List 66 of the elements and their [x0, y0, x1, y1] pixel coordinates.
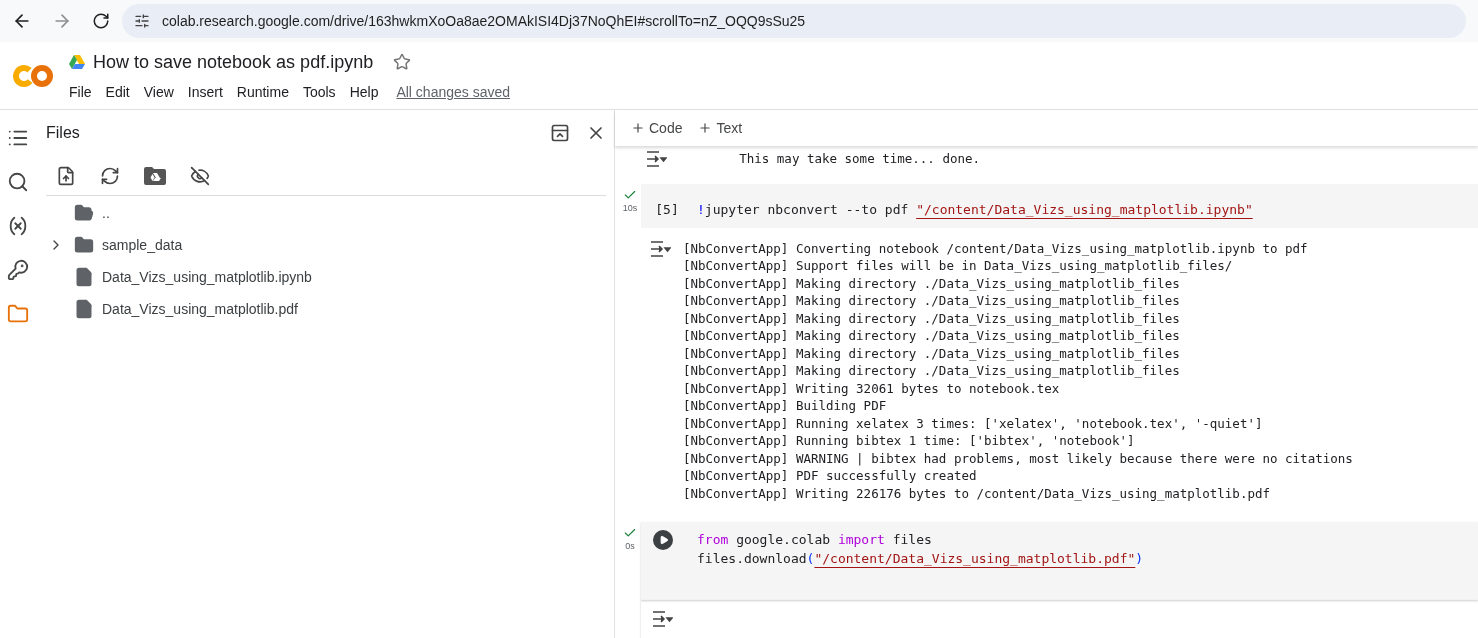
menu-item[interactable]: Tools — [302, 81, 336, 103]
output-line: [NbConvertApp] Running bibtex 1 time: ['bibtex', 'notebook'] — [683, 432, 1136, 450]
output-line: [NbConvertApp] Building PDF — [683, 397, 888, 415]
play-icon — [658, 535, 669, 545]
upload-icon[interactable] — [56, 165, 76, 186]
code-line: !jupyter nbconvert --to pdf "/content/Data_Vizs_using_matplotlib.ipynb" — [697, 201, 1254, 219]
drive-icon — [69, 55, 85, 69]
folder-icon[interactable] — [7, 303, 29, 325]
output-actions-icon[interactable] — [649, 239, 671, 258]
output-line: [NbConvertApp] Writing 32061 bytes to notebook.tex — [683, 379, 1061, 397]
code-line: from google.colab import files — [697, 531, 933, 549]
output-line: This may take some time... done. — [738, 150, 981, 168]
notebook-title[interactable]: How to save notebook as pdf.ipynb — [93, 48, 374, 76]
menu-item[interactable]: File — [69, 81, 92, 103]
file-tree-item[interactable]: Data_Vizs_using_matplotlib.ipynb — [102, 266, 312, 288]
file-tree-item[interactable]: .. — [102, 202, 110, 224]
key-icon[interactable] — [7, 259, 29, 281]
output-line: [NbConvertApp] Support files will be in Data_Vizs_using_matplotlib_files/ — [683, 257, 1234, 275]
add-cell-button[interactable]: Text — [698, 117, 743, 139]
output-line: [NbConvertApp] Making directory ./Data_Vizs_using_matplotlib_files — [683, 309, 1181, 327]
menu-item[interactable]: View — [143, 81, 174, 103]
run-cell-button[interactable] — [653, 530, 673, 550]
execution-time: 0s — [625, 540, 635, 553]
file-icon — [74, 299, 94, 319]
save-status-link[interactable]: All changes saved — [396, 81, 511, 103]
execution-count: [5] — [655, 201, 679, 219]
site-info-icon[interactable] — [134, 13, 150, 29]
output-line: [NbConvertApp] Making directory ./Data_Vizs_using_matplotlib_files — [683, 292, 1181, 310]
code-editor[interactable]: !jupyter nbconvert --to pdf "/content/Data_Vizs_using_matplotlib.ipynb" — [685, 192, 1478, 220]
address-bar[interactable]: colab.research.google.com/drive/163hwkmXoOa8ae2OMAkISI4Dj37NoQhEI#scrollTo=nZ_OQQ9sSu25 — [122, 4, 1466, 38]
output-line: [NbConvertApp] Writing 226176 bytes to /content/Data_Vizs_using_matplotlib.pdf — [683, 484, 1271, 502]
execution-time: 10s — [622, 202, 638, 215]
file-icon — [74, 267, 94, 287]
hide-hidden-files-icon[interactable] — [190, 165, 210, 186]
output-line: [NbConvertApp] Making directory ./Data_Vizs_using_matplotlib_files — [683, 344, 1181, 362]
menu-item[interactable]: Runtime — [236, 81, 289, 103]
reload-icon[interactable] — [92, 12, 110, 30]
output-line: [NbConvertApp] Making directory ./Data_Vizs_using_matplotlib_files — [683, 274, 1181, 292]
file-tree-item[interactable]: sample_data — [102, 234, 183, 256]
star-icon[interactable] — [393, 53, 412, 71]
variables-icon[interactable] — [7, 215, 29, 237]
output-actions-icon[interactable] — [651, 610, 673, 628]
output-line: [NbConvertApp] Making directory ./Data_Vizs_using_matplotlib_files — [683, 362, 1181, 380]
file-tree-item[interactable]: Data_Vizs_using_matplotlib.pdf — [102, 298, 298, 320]
output-line: [NbConvertApp] PDF successfully created — [683, 467, 978, 485]
folder-icon — [74, 235, 94, 255]
colab-logo — [13, 63, 53, 88]
drive-folder-icon[interactable] — [144, 166, 166, 185]
plus-icon — [698, 121, 713, 135]
menu-item[interactable]: Insert — [187, 81, 223, 103]
menu-item[interactable]: Edit — [105, 81, 130, 103]
output-line: [NbConvertApp] Running xelatex 3 times: ['xelatex', 'notebook.tex', '-quiet'] — [683, 414, 1264, 432]
refresh-icon[interactable] — [100, 165, 120, 186]
add-cell-button[interactable]: Code — [631, 117, 683, 139]
output-line: [NbConvertApp] WARNING | bibtex had problems, most likely because there were no citations — [683, 449, 1353, 467]
output-actions-icon[interactable] — [645, 150, 667, 168]
open-folder-icon — [74, 203, 94, 223]
plus-icon — [631, 121, 645, 135]
url-text: colab.research.google.com/drive/163hwkmXoOa8ae2OMAkISI4Dj37NoQhEI#scrollTo=nZ_OQQ9sSu25 — [162, 11, 806, 31]
menu-item[interactable]: Help — [349, 81, 379, 103]
output-line: [NbConvertApp] Converting notebook /content/Data_Vizs_using_matplotlib.ipynb to pdf — [683, 239, 1309, 257]
code-line: files.download("/content/Data_Vizs_using_matplotlib.pdf") — [697, 550, 1145, 568]
search-icon[interactable] — [7, 171, 29, 193]
dock-panel-icon[interactable] — [550, 123, 570, 143]
output-line: [NbConvertApp] Making directory ./Data_Vizs_using_matplotlib_files — [683, 327, 1181, 345]
panel-title: Files — [46, 123, 81, 143]
